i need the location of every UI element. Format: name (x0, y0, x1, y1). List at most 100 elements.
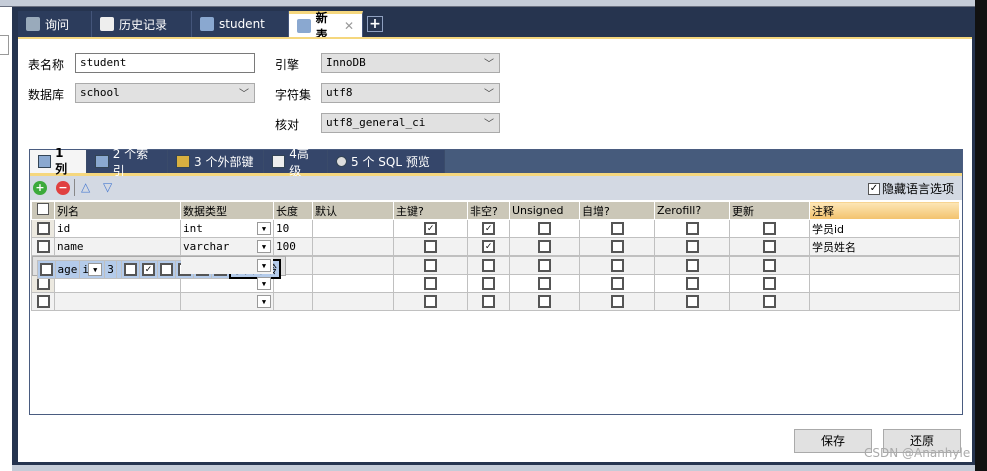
zerofill-checkbox[interactable] (685, 295, 699, 309)
unsigned-checkbox[interactable] (538, 259, 551, 273)
move-down-button[interactable]: ▽ (103, 180, 112, 194)
column-header[interactable]: Unsigned (509, 201, 580, 220)
notnull-checkbox[interactable] (482, 277, 495, 291)
column-name-cell[interactable]: id (54, 219, 181, 238)
column-header[interactable]: 注释 (809, 201, 960, 220)
pk-checkbox[interactable] (123, 262, 137, 276)
unsigned-checkbox[interactable] (538, 240, 551, 254)
subtab-columns[interactable]: 1 列 (30, 146, 87, 176)
ai-cell[interactable] (579, 237, 655, 256)
subtab-advanced[interactable]: 4高级 (264, 147, 328, 178)
row-selector[interactable] (31, 292, 55, 311)
zerofill-checkbox[interactable] (685, 222, 699, 236)
ai-checkbox[interactable] (610, 259, 624, 273)
default-cell[interactable] (312, 292, 394, 311)
notnull-cell[interactable] (467, 256, 510, 275)
notnull-checkbox[interactable] (482, 259, 495, 273)
ai-checkbox[interactable] (610, 222, 624, 236)
column-header[interactable]: Zerofill? (654, 201, 730, 220)
column-header[interactable]: 默认 (312, 201, 394, 220)
update-checkbox[interactable] (763, 259, 776, 273)
unsigned-cell[interactable] (509, 274, 580, 293)
notnull-cell[interactable]: ✓ (138, 259, 158, 279)
pk-cell[interactable] (393, 256, 468, 275)
data-type-cell[interactable]: int▼ (79, 259, 106, 279)
ai-cell[interactable] (579, 219, 655, 238)
hide-lang-option[interactable]: ✓ 隐藏语言选项 (867, 180, 954, 197)
update-cell[interactable] (729, 256, 810, 275)
default-cell[interactable] (312, 256, 394, 275)
update-cell[interactable] (729, 274, 810, 293)
zerofill-checkbox[interactable] (685, 259, 699, 273)
pk-checkbox[interactable] (424, 240, 437, 254)
column-header[interactable]: 长度 (273, 201, 313, 220)
unsigned-cell[interactable] (156, 259, 176, 279)
row-checkbox[interactable] (36, 222, 50, 236)
comment-cell[interactable] (809, 274, 960, 293)
column-name-cell[interactable] (54, 292, 181, 311)
dropdown-arrow-icon[interactable]: ▼ (257, 259, 271, 272)
pk-checkbox[interactable] (424, 295, 437, 309)
update-checkbox[interactable] (763, 240, 776, 254)
comment-cell[interactable]: 学员姓名 (809, 237, 960, 256)
charset-select[interactable]: utf8 ﹀ (321, 83, 500, 103)
data-type-cell[interactable]: int▼ (180, 219, 274, 238)
update-checkbox[interactable] (763, 295, 776, 309)
unsigned-cell[interactable] (509, 219, 580, 238)
subtab-foreign-keys[interactable]: 3 个外部键 (168, 150, 264, 173)
notnull-cell[interactable]: ✓ (467, 219, 510, 238)
engine-select[interactable]: InnoDB ﹀ (321, 53, 500, 73)
row-checkbox[interactable] (39, 262, 53, 276)
table-row[interactable]: name varchar ▼ 100 ✓ 学员姓名 (31, 237, 960, 256)
table-row[interactable]: ▼ (31, 292, 960, 311)
hide-lang-checkbox[interactable]: ✓ (867, 182, 880, 195)
notnull-checkbox[interactable]: ✓ (482, 240, 495, 254)
database-select[interactable]: school ﹀ (75, 83, 255, 103)
default-cell[interactable] (312, 237, 394, 256)
column-header[interactable]: 主键? (393, 201, 468, 220)
default-cell[interactable] (312, 219, 394, 238)
notnull-cell[interactable] (467, 274, 510, 293)
zerofill-checkbox[interactable] (685, 240, 699, 254)
pk-cell[interactable] (393, 274, 468, 293)
collation-select[interactable]: utf8_general_ci ﹀ (321, 113, 500, 133)
data-type-cell[interactable]: ▼ (180, 256, 274, 275)
notnull-cell[interactable]: ✓ (467, 237, 510, 256)
pk-cell[interactable] (393, 237, 468, 256)
zerofill-cell[interactable] (654, 237, 730, 256)
zerofill-cell[interactable] (654, 292, 730, 311)
unsigned-cell[interactable] (509, 237, 580, 256)
zerofill-cell[interactable] (654, 256, 730, 275)
row-checkbox[interactable] (36, 277, 50, 291)
ai-checkbox[interactable] (610, 240, 624, 254)
pk-checkbox[interactable] (424, 277, 437, 291)
zerofill-cell[interactable] (654, 274, 730, 293)
comment-cell[interactable] (809, 256, 960, 275)
dropdown-arrow-icon[interactable]: ▼ (257, 240, 271, 253)
dropdown-arrow-icon[interactable]: ▼ (88, 262, 103, 276)
dropdown-arrow-icon[interactable]: ▼ (257, 222, 271, 235)
data-type-cell[interactable]: ▼ (180, 292, 274, 311)
length-cell[interactable] (273, 292, 313, 311)
select-all-checkbox[interactable] (37, 203, 49, 215)
update-cell[interactable] (729, 219, 810, 238)
zerofill-checkbox[interactable] (685, 277, 699, 291)
notnull-checkbox[interactable]: ✓ (482, 222, 495, 236)
default-cell[interactable] (312, 274, 394, 293)
unsigned-checkbox[interactable] (159, 262, 173, 276)
row-checkbox[interactable] (36, 295, 50, 309)
table-name-input[interactable]: student (75, 53, 255, 73)
column-header[interactable]: 更新 (729, 201, 810, 220)
unsigned-checkbox[interactable] (538, 295, 551, 309)
ai-cell[interactable] (579, 292, 655, 311)
data-type-cell[interactable]: ▼ (180, 274, 274, 293)
row-selector[interactable] (31, 219, 55, 238)
row-checkbox[interactable] (36, 240, 50, 254)
notnull-checkbox[interactable] (482, 295, 495, 309)
pk-cell[interactable] (120, 259, 140, 279)
update-checkbox[interactable] (763, 222, 776, 236)
comment-cell[interactable] (809, 292, 960, 311)
tab-new-table[interactable]: 新表 ✕ (289, 11, 363, 42)
update-cell[interactable] (729, 237, 810, 256)
save-button[interactable]: 保存 (794, 429, 872, 453)
